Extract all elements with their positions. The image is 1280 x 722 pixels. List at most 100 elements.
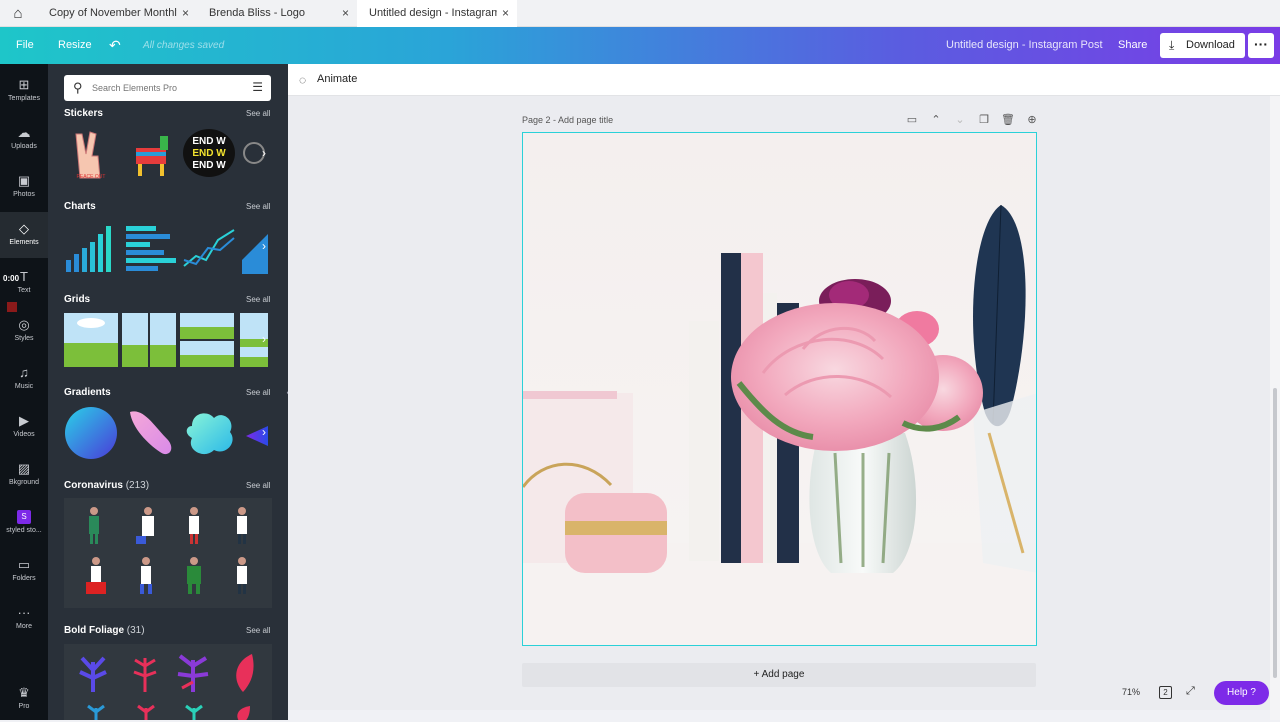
see-all-gradients[interactable]: See all xyxy=(246,388,270,397)
chevron-down-icon[interactable]: ⌄ xyxy=(948,113,972,126)
rail-label: Uploads xyxy=(11,143,37,150)
add-page-button[interactable]: + Add page xyxy=(522,663,1036,687)
rail-more[interactable]: ··· More xyxy=(0,596,48,642)
templates-icon: ⊞ xyxy=(18,77,30,92)
section-label: Coronavirus xyxy=(64,480,123,491)
scrollbar-thumb[interactable] xyxy=(1273,388,1277,678)
download-button[interactable]: ⤓ Download xyxy=(1160,33,1245,58)
doctor-figure[interactable] xyxy=(232,556,252,596)
trash-icon[interactable]: 🗑 xyxy=(996,113,1020,126)
context-toolbar: ◌ Animate xyxy=(288,64,1280,96)
help-button[interactable]: Help ? xyxy=(1214,681,1269,705)
canvas-scrollbar[interactable] xyxy=(1270,96,1280,720)
doctor-figure[interactable] xyxy=(84,506,104,546)
chevron-right-icon[interactable]: › xyxy=(262,332,272,346)
search-box[interactable]: ⚲ ☰ xyxy=(64,75,271,101)
rail-background[interactable]: ▨ Bkground xyxy=(0,452,48,498)
rail-label: Templates xyxy=(8,95,40,102)
chart-thumb-lines[interactable] xyxy=(182,220,236,274)
rail-photos[interactable]: ▣ Photos xyxy=(0,164,48,210)
more-options-button[interactable]: ··· xyxy=(1248,33,1274,58)
svg-text:END W: END W xyxy=(192,148,226,159)
tab-november-planner[interactable]: Copy of November Monthly Planner × xyxy=(37,0,197,27)
brand-kit-icon: S xyxy=(17,510,31,524)
fullscreen-icon[interactable]: ⤢ xyxy=(1186,685,1195,698)
page-title[interactable]: Page 2 - Add page title xyxy=(522,115,613,125)
grid-thumb-stack[interactable] xyxy=(180,313,234,367)
close-icon[interactable]: × xyxy=(502,0,509,27)
rail-text[interactable]: T Text xyxy=(0,260,48,306)
file-menu[interactable]: File xyxy=(16,27,34,64)
zoom-level[interactable]: 71% xyxy=(1122,687,1140,697)
see-all-charts[interactable]: See all xyxy=(246,202,270,211)
foliage-leaf[interactable] xyxy=(176,652,210,692)
chevron-right-icon[interactable]: › xyxy=(262,146,272,160)
page-count-badge[interactable]: 2 xyxy=(1159,686,1172,699)
editor-toolbar: File Resize ↶ All changes saved Untitled… xyxy=(0,27,1280,64)
doctor-figure[interactable] xyxy=(182,506,206,546)
rail-styled-stock[interactable]: S styled sto... xyxy=(0,500,48,546)
rail-pro[interactable]: ♛ Pro xyxy=(0,676,48,722)
design-page[interactable] xyxy=(522,132,1037,646)
gradient-circle[interactable] xyxy=(64,406,118,460)
notes-icon[interactable]: ▭ xyxy=(900,113,924,126)
chevron-up-icon[interactable]: ⌃ xyxy=(924,113,948,126)
rail-music[interactable]: ♫ Music xyxy=(0,356,48,402)
rail-elements[interactable]: ◇ Elements xyxy=(0,212,48,258)
chevron-right-icon[interactable]: › xyxy=(262,239,272,253)
foliage-leaf[interactable] xyxy=(182,704,206,720)
rail-uploads[interactable]: ☁ Uploads xyxy=(0,116,48,162)
chart-thumb-bars[interactable] xyxy=(64,220,118,274)
doctor-figure[interactable] xyxy=(134,506,164,546)
foliage-leaf[interactable] xyxy=(134,704,158,720)
rail-videos[interactable]: ▶ Videos xyxy=(0,404,48,450)
rail-label: More xyxy=(16,623,32,630)
rail-styles[interactable]: ◎ Styles xyxy=(0,308,48,354)
gradient-blob-pink[interactable] xyxy=(124,406,178,460)
home-icon[interactable]: ⌂ xyxy=(8,5,28,23)
grid-thumb-split[interactable] xyxy=(122,313,176,367)
rail-label: Videos xyxy=(13,431,35,438)
undo-icon[interactable]: ↶ xyxy=(109,27,121,64)
search-input[interactable] xyxy=(92,80,242,96)
svg-text:PEACE OUT: PEACE OUT xyxy=(77,174,106,180)
see-all-bold-foliage[interactable]: See all xyxy=(246,626,270,635)
doctor-figure[interactable] xyxy=(134,556,158,596)
document-title[interactable]: Untitled design - Instagram Post xyxy=(946,27,1103,64)
filter-icon[interactable]: ☰ xyxy=(252,80,263,94)
flower-photo[interactable] xyxy=(523,133,1037,646)
add-page-icon[interactable]: ⊕ xyxy=(1020,113,1044,126)
tab-instagram-post[interactable]: Untitled design - Instagram Post × xyxy=(357,0,517,27)
tab-brenda-logo[interactable]: Brenda Bliss - Logo × xyxy=(197,0,357,27)
foliage-leaf[interactable] xyxy=(228,652,258,692)
rail-folders[interactable]: ▭ Folders xyxy=(0,548,48,594)
see-all-coronavirus[interactable]: See all xyxy=(246,481,270,490)
foliage-leaf[interactable] xyxy=(230,704,254,720)
gradient-blob-aqua[interactable] xyxy=(182,406,236,460)
chevron-right-icon[interactable]: › xyxy=(262,425,272,439)
share-button[interactable]: Share xyxy=(1118,27,1147,64)
section-title-charts: Charts xyxy=(64,201,96,212)
foliage-leaf[interactable] xyxy=(84,704,108,720)
chart-thumb-hbars[interactable] xyxy=(124,220,178,274)
doctor-figure[interactable] xyxy=(232,506,252,546)
see-all-stickers[interactable]: See all xyxy=(246,109,270,118)
resize-button[interactable]: Resize xyxy=(58,27,92,64)
sticker-pinata[interactable] xyxy=(124,126,178,180)
doctor-figure[interactable] xyxy=(84,556,108,596)
see-all-grids[interactable]: See all xyxy=(246,295,270,304)
close-icon[interactable]: × xyxy=(342,0,349,27)
sticker-text-loop[interactable]: END W END W END W xyxy=(182,126,236,180)
grid-thumb-single[interactable] xyxy=(64,313,118,367)
doctor-figure[interactable] xyxy=(182,556,206,596)
section-title-coronavirus: Coronavirus (213) xyxy=(64,480,149,491)
animate-button[interactable]: Animate xyxy=(317,73,357,85)
foliage-leaf[interactable] xyxy=(78,652,108,692)
rail-templates[interactable]: ⊞ Templates xyxy=(0,68,48,114)
section-title-gradients: Gradients xyxy=(64,387,111,398)
elements-icon: ◇ xyxy=(19,221,29,236)
close-icon[interactable]: × xyxy=(182,0,189,27)
duplicate-icon[interactable]: ❐ xyxy=(972,113,996,126)
foliage-leaf[interactable] xyxy=(130,652,160,692)
sticker-peace-hand[interactable]: PEACE OUT xyxy=(64,126,118,180)
